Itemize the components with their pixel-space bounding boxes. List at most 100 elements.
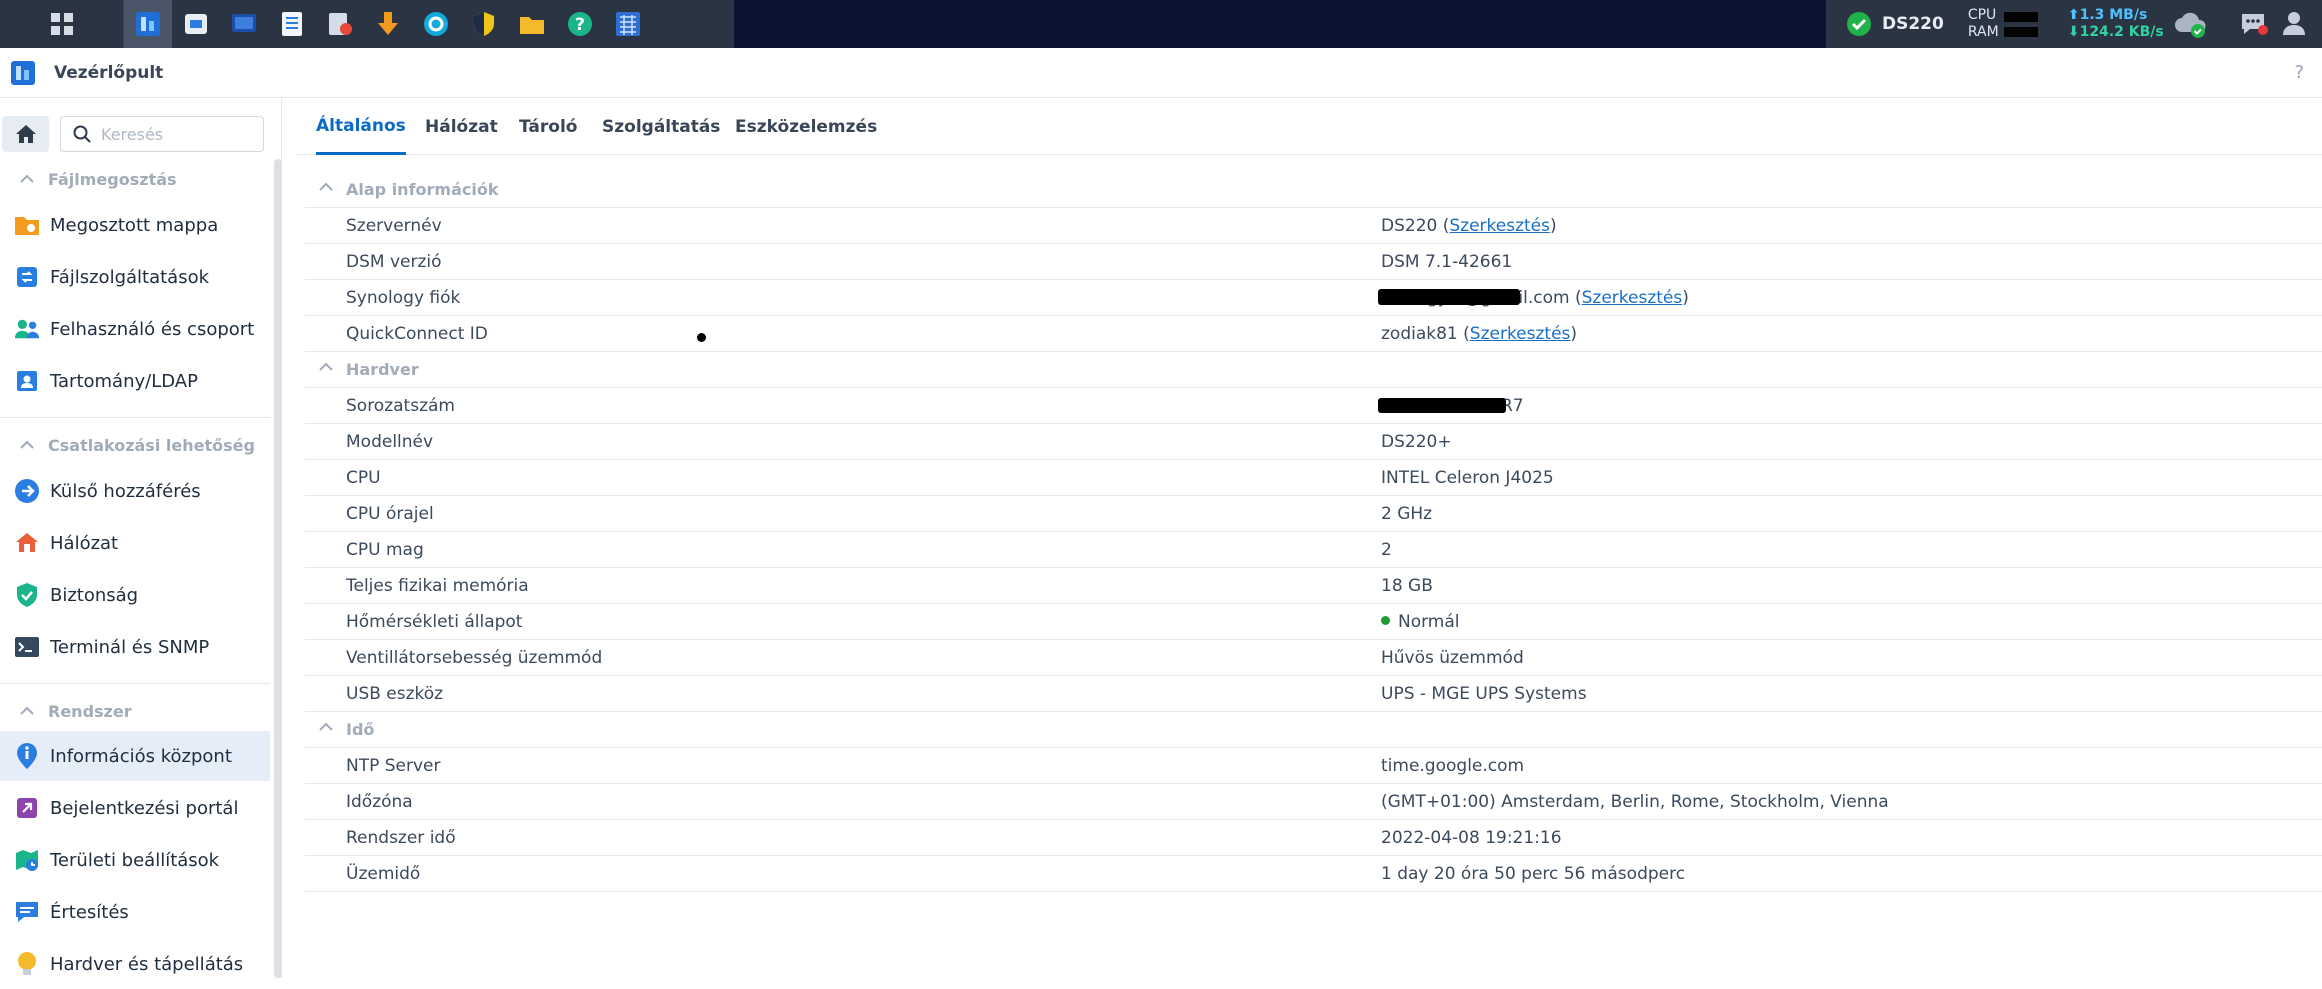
help-button[interactable]: ? [2294,62,2304,83]
sidebar-item-hardware-power[interactable]: Hardver és tápellátás [0,939,270,989]
chevron-up-icon [319,362,333,371]
row-serial: Sorozatszám R7 [305,388,2322,424]
row-key: Időzóna [346,791,413,812]
tab-device-analytics[interactable]: Eszközelemzés [735,99,877,155]
info-icon [14,743,40,769]
user-icon [2283,12,2305,35]
row-temperature: Hőmérsékleti állapot Normál [305,604,2322,640]
search-icon [73,125,91,143]
row-key: NTP Server [346,755,441,776]
sidebar-item-label: Hálózat [50,532,119,554]
row-cpu-clock: CPU órajel 2 GHz [305,496,2322,532]
taskbar-control-panel-button[interactable] [124,0,172,48]
taskbar-storage-button[interactable] [316,0,364,48]
home-button[interactable] [2,116,49,152]
ram-label: RAM [1967,24,1999,40]
sidebar-item-shared-folder[interactable]: Megosztott mappa [0,200,270,250]
sidebar-item-label: Külső hozzáférés [50,480,201,502]
section-connectivity[interactable]: Csatlakozási lehetőség [0,430,255,460]
terminal-icon [14,634,40,660]
chat-bubble-icon [2242,14,2268,35]
edit-quickconnect-link[interactable]: Szerkesztés [1470,324,1571,344]
sidebar-item-notification[interactable]: Értesítés [0,887,270,937]
home-icon [15,125,36,143]
row-value: time.google.com [1381,755,1525,776]
sidebar-item-label: Tartomány/LDAP [50,370,198,392]
row-key: Ventillátorsebesség üzemmód [346,647,603,668]
group-label: Idő [346,720,375,739]
taskbar-help-button[interactable]: ? [556,0,604,48]
sidebar-item-login-portal[interactable]: Bejelentkezési portál [0,783,270,833]
chevron-up-icon [20,706,34,715]
sidebar-item-users-groups[interactable]: Felhasználó és csoport [0,304,270,354]
system-health-button[interactable]: DS220 [1846,11,1944,37]
cloud-check-icon [2175,12,2206,38]
group-hardware[interactable]: Hardver [305,352,2322,388]
row-timezone: Időzóna (GMT+01:00) Amsterdam, Berlin, R… [305,784,2322,820]
sidebar-item-info-center[interactable]: Információs központ [0,731,270,781]
sidebar-item-regional-options[interactable]: Területi beállítások [0,835,270,885]
tab-service[interactable]: Szolgáltatás [602,99,720,155]
row-key: Rendszer idő [346,827,456,848]
group-time[interactable]: Idő [305,712,2322,748]
taskbar-file-station-button[interactable] [508,0,556,48]
row-value: Normál [1381,612,1460,632]
taskbar-notes-button[interactable] [268,0,316,48]
main-menu-button[interactable] [0,0,124,48]
taskbar-download-button[interactable] [364,0,412,48]
row-value: DS220+ [1381,431,1452,452]
user-menu-button[interactable] [2280,9,2308,41]
sidebar-item-label: Fájlszolgáltatások [50,266,210,288]
edit-server-name-link[interactable]: Szerkesztés [1449,216,1550,236]
tab-storage[interactable]: Tároló [519,99,577,155]
sidebar-scrollbar[interactable] [274,159,282,978]
question-icon: ? [568,12,592,36]
network-speed[interactable]: ⬆1.3 MB/s ⬇124.2 KB/s [2068,7,2164,41]
taskbar-security-button[interactable] [460,0,508,48]
search-input[interactable] [101,124,251,144]
resource-labels[interactable]: CPU RAM [1968,7,2002,41]
row-cpu-cores: CPU mag 2 [305,532,2322,568]
row-value: 2 GHz [1381,503,1433,524]
row-key: Üzemidő [346,863,421,884]
taskbar-sync-button[interactable] [412,0,460,48]
system-name: DS220 [1882,14,1944,34]
sidebar-item-terminal-snmp[interactable]: Terminál és SNMP [0,622,270,672]
group-basic-info[interactable]: Alap információk [305,172,2322,208]
sidebar-item-external-access[interactable]: Külső hozzáférés [0,466,270,516]
sidebar-item-security[interactable]: Biztonság [0,570,270,620]
row-key: Synology fiók [346,287,461,308]
edit-synology-account-link[interactable]: Szerkesztés [1582,288,1683,308]
sidebar-item-file-services[interactable]: Fájlszolgáltatások [0,252,270,302]
upload-arrow-icon: ⬆ [2067,7,2080,23]
taskbar-monitor-button[interactable] [220,0,268,48]
sidebar-item-label: Információs központ [50,745,232,767]
tab-general[interactable]: Általános [316,99,406,155]
row-server-name: Szervernév DS220 (Szerkesztés) [305,208,2322,244]
tab-network[interactable]: Hálózat [425,99,498,155]
row-quickconnect: QuickConnect ID zodiak81 (Szerkesztés) [305,316,2322,352]
cloud-backup-button[interactable] [2174,8,2208,44]
row-value: DS220 (Szerkesztés) [1381,215,1557,236]
row-uptime: Üzemidő 1 day 20 óra 50 perc 56 másodper… [305,856,2322,892]
notifications-button[interactable] [2238,10,2268,42]
sidebar-item-label: Területi beállítások [50,849,220,871]
taskbar-resource-monitor-button[interactable] [604,0,652,48]
row-key: QuickConnect ID [346,323,488,344]
sidebar-item-domain-ldap[interactable]: Tartomány/LDAP [0,356,270,406]
redaction-bar [1378,289,1520,305]
search-field[interactable] [60,116,264,152]
svg-text:?: ? [575,15,585,35]
temp-status: Normál [1398,611,1460,632]
grid-icon [50,13,73,35]
sidebar-divider [0,683,270,684]
chevron-up-icon [319,182,333,191]
section-file-sharing[interactable]: Fájlmegosztás [0,164,177,194]
row-ntp: NTP Server time.google.com [305,748,2322,784]
taskbar-package-center-button[interactable] [172,0,220,48]
redaction-bar [1378,398,1506,413]
sidebar-item-label: Bejelentkezési portál [50,797,239,819]
download-speed: 124.2 KB/s [2079,24,2164,40]
sidebar-item-network[interactable]: Hálózat [0,518,270,568]
section-system[interactable]: Rendszer [0,696,132,726]
